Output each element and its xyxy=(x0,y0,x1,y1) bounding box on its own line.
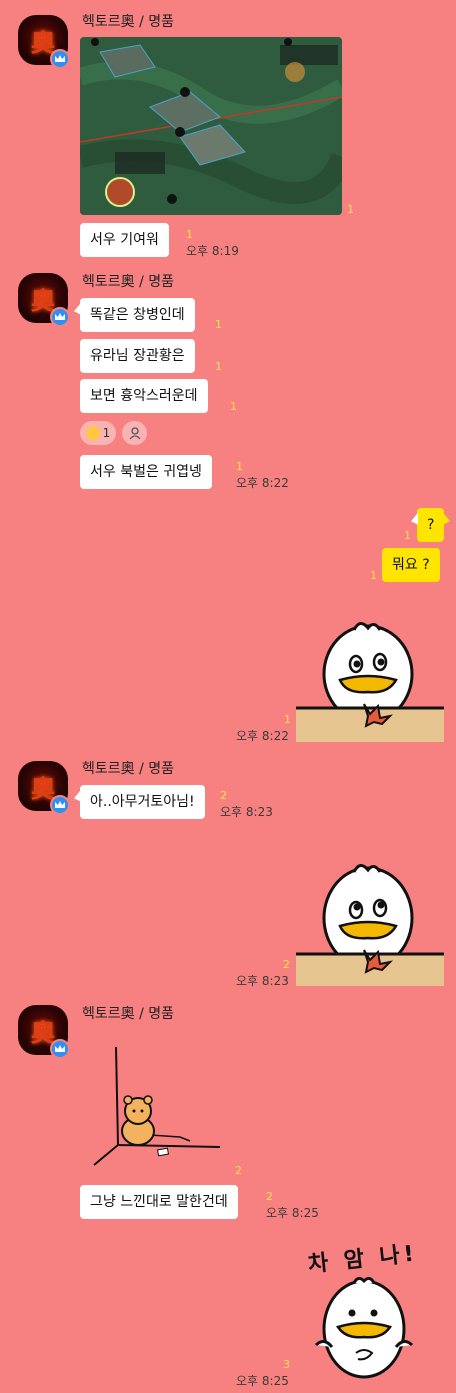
message-bubble[interactable]: 서우 기여워 xyxy=(80,223,169,257)
sender-avatar[interactable]: 奧 xyxy=(18,1005,70,1059)
message-time: 오후 8:23 xyxy=(236,974,289,988)
unread-count: 1 xyxy=(236,460,243,473)
unread-count: 1 xyxy=(347,203,354,216)
crown-icon xyxy=(50,1039,70,1059)
reaction-count: 1 xyxy=(102,426,111,440)
unread-count: 1 xyxy=(404,529,411,542)
unread-count: 1 xyxy=(186,228,193,241)
lonely-bear-image[interactable] xyxy=(90,1045,230,1170)
unread-count: 2 xyxy=(283,958,290,971)
crown-icon xyxy=(50,307,70,327)
crown-icon xyxy=(50,49,70,69)
unread-count: 1 xyxy=(230,400,237,413)
sender-name[interactable]: 헥토르奧 / 명품 xyxy=(82,758,174,778)
message-bubble[interactable]: 보면 흉악스러운데 xyxy=(80,379,208,413)
message-time: 오후 8:25 xyxy=(236,1374,289,1388)
sender-avatar[interactable]: 奧 xyxy=(18,761,70,815)
my-message-bubble[interactable]: 뭐요 ? xyxy=(382,548,440,582)
message-bubble[interactable]: 그냥 느낀대로 말한건데 xyxy=(80,1185,238,1219)
my-message-bubble[interactable]: ? xyxy=(417,508,445,542)
add-reaction-button[interactable] xyxy=(122,421,147,445)
person-icon xyxy=(129,427,140,440)
message-time: 오후 8:22 xyxy=(236,729,289,743)
duck-sticker[interactable] xyxy=(310,1275,420,1385)
unread-count: 2 xyxy=(220,789,227,802)
unread-count: 2 xyxy=(266,1190,273,1203)
message-time: 오후 8:23 xyxy=(220,805,273,819)
shared-game-screenshot[interactable] xyxy=(80,37,342,215)
message-time: 오후 8:19 xyxy=(186,244,239,258)
sender-name[interactable]: 헥토르奧 / 명품 xyxy=(82,11,174,31)
message-bubble[interactable]: 서우 북벌은 귀엽넹 xyxy=(80,455,212,489)
message-bubble[interactable]: 아..아무거토아님! xyxy=(80,785,205,819)
message-time: 오후 8:25 xyxy=(266,1206,319,1220)
sender-name[interactable]: 헥토르奧 / 명품 xyxy=(82,271,174,291)
unread-count: 1 xyxy=(284,713,291,726)
duck-sticker[interactable] xyxy=(296,860,444,986)
unread-count: 1 xyxy=(215,360,222,373)
unread-count: 1 xyxy=(370,569,377,582)
unread-count: 3 xyxy=(283,1358,290,1371)
sender-name[interactable]: 헥토르奧 / 명품 xyxy=(82,1003,174,1023)
crown-icon xyxy=(50,795,70,815)
duck-sticker[interactable] xyxy=(296,618,444,742)
emoji-reaction[interactable]: 1 xyxy=(80,421,116,445)
message-bubble[interactable]: 똑같은 창병인데 xyxy=(80,298,195,332)
sender-avatar[interactable]: 奧 xyxy=(18,15,70,69)
message-time: 오후 8:22 xyxy=(236,476,289,490)
message-bubble[interactable]: 유라님 장관황은 xyxy=(80,339,195,373)
unread-count: 2 xyxy=(235,1164,242,1177)
unread-count: 1 xyxy=(215,318,222,331)
laughing-emoji-icon xyxy=(85,426,100,440)
sender-avatar[interactable]: 奧 xyxy=(18,273,70,327)
